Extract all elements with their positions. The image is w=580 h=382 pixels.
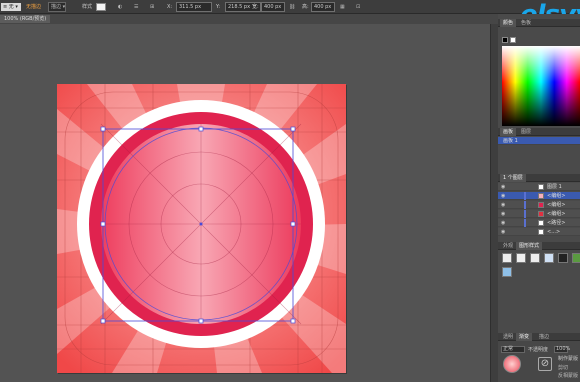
canvas-area[interactable] [0,24,498,382]
right-panel-dock: 颜色 色板 画板 图层 画板 1 1 个图层 ◉ 图层 1 ◉ <编组> ◉ <… [498,14,580,382]
artboard-item[interactable]: 画板 1 [498,137,580,145]
layer-thumbnail [538,229,544,235]
white-swatch[interactable] [510,37,516,43]
eye-icon[interactable]: ◉ [501,192,505,200]
transparency-panel: 透明 渐变 描边 正常 不透明度 100% ⊘ 制作蒙版 剪切 反相蒙版 [498,333,580,382]
document-tab[interactable]: 100% (RGB/预览) [0,15,51,23]
style-swatch[interactable] [572,253,580,263]
selection-indicator [524,201,526,209]
recolor-icon[interactable]: ◐ [118,3,122,11]
tab-appearance[interactable]: 外观 [500,242,516,250]
layer-name: <...> [547,229,561,235]
layer-name: <编组> [547,193,566,199]
black-swatch[interactable] [502,37,508,43]
layer-name: <编组> [547,202,566,208]
tab-layers-alt[interactable]: 图层 [518,128,534,136]
layer-thumbnail [538,193,544,199]
tab-swatches[interactable]: 色板 [518,19,534,27]
tab-layers[interactable]: 1 个图层 [500,174,526,182]
eye-icon[interactable]: ◉ [501,201,505,209]
control-bar: ≡ 无 ▾ 无描边 描边 ▾ 样式 ◐ ☰ ⊞ X: 311.5 px Y: 2… [0,0,580,14]
eye-icon[interactable]: ◉ [501,210,505,218]
no-mask-icon[interactable]: ⊘ [538,357,552,371]
transform-icon[interactable]: ⊞ [150,3,154,11]
style-swatch[interactable] [502,253,512,263]
tab-gradient[interactable]: 渐变 [516,333,533,341]
stroke-dropdown[interactable]: 描边 ▾ [48,2,66,12]
layers-panel-tabs: 1 个图层 [498,174,580,182]
layer-row[interactable]: ◉ <编组> [498,192,580,200]
layer-thumbnail [538,220,544,226]
style-label: 样式 [82,4,93,10]
tab-stroke[interactable]: 描边 [536,333,552,341]
layer-row[interactable]: ◉ <路径> [498,219,580,227]
make-mask-button[interactable]: 制作蒙版 [558,355,578,362]
layer-row[interactable]: ◉ <编组> [498,210,580,218]
style-swatch[interactable] [516,253,526,263]
center-point [199,222,203,226]
height-label: 高: [302,4,309,10]
style-swatch[interactable] [502,267,512,277]
tab-transparency[interactable]: 透明 [500,333,516,341]
arrange-icon[interactable]: ⊡ [356,3,360,11]
layer-name: 图层 1 [547,184,562,190]
clip-label: 剪切 [558,365,569,371]
x-field[interactable]: 311.5 px [176,2,212,12]
color-panel-tabs: 颜色 色板 [498,19,580,27]
panel-collapse-bar[interactable] [490,24,498,382]
artboard-panel-tabs: 画板 图层 [498,128,580,136]
link-icon[interactable]: ⛓ [289,3,295,11]
style-swatch[interactable] [544,253,554,263]
style-swatch[interactable] [96,3,106,11]
x-label: X: [167,4,173,10]
invert-mask-label: 反相蒙版 [558,373,579,379]
layer-thumbnail [538,211,544,217]
color-spectrum[interactable] [502,46,580,126]
opacity-field[interactable]: 100% [554,346,570,353]
selection-dropdown[interactable]: ≡ 无 ▾ [1,3,21,11]
grid-icon[interactable]: ▦ [340,3,345,11]
eye-icon[interactable]: ◉ [501,219,505,227]
layer-row[interactable]: ◉ <...> [498,228,580,236]
fill-label[interactable]: 无描边 [26,3,46,11]
eye-icon[interactable]: ◉ [501,183,505,191]
tab-graphic-styles[interactable]: 图形样式 [516,242,543,250]
style-swatch[interactable] [558,253,568,263]
layer-row[interactable]: ◉ <编组> [498,201,580,209]
tab-color[interactable]: 颜色 [500,19,517,27]
bottom-panel-tabs: 透明 渐变 描边 [498,333,580,341]
width-label: 宽: [252,4,259,10]
styles-panel-tabs: 外观 图形样式 [498,242,580,250]
opacity-label: 不透明度 [528,347,549,353]
layer-thumbnail [538,184,544,190]
layer-name: <编组> [547,211,566,217]
width-field[interactable]: 400 px [261,2,285,12]
document-tab-row: 100% (RGB/预览) [0,14,498,24]
eye-icon[interactable]: ◉ [501,228,505,236]
tab-artboards[interactable]: 画板 [500,128,517,136]
selection-indicator [524,219,526,227]
align-icon[interactable]: ☰ [134,3,138,11]
layer-thumbnail [538,202,544,208]
height-field[interactable]: 400 px [311,2,335,12]
selection-indicator [524,210,526,218]
icon-artwork[interactable] [57,84,346,373]
selection-indicator [524,192,526,200]
artboard-item-label: 画板 1 [503,138,518,144]
layer-row[interactable]: ◉ 图层 1 [498,183,580,191]
style-swatch[interactable] [530,253,540,263]
blend-mode-select[interactable]: 正常 [501,346,525,353]
layer-name: <路径> [547,220,566,226]
artboard[interactable] [57,84,346,373]
gradient-thumbnail[interactable] [503,355,521,373]
y-label: Y: [216,4,221,10]
